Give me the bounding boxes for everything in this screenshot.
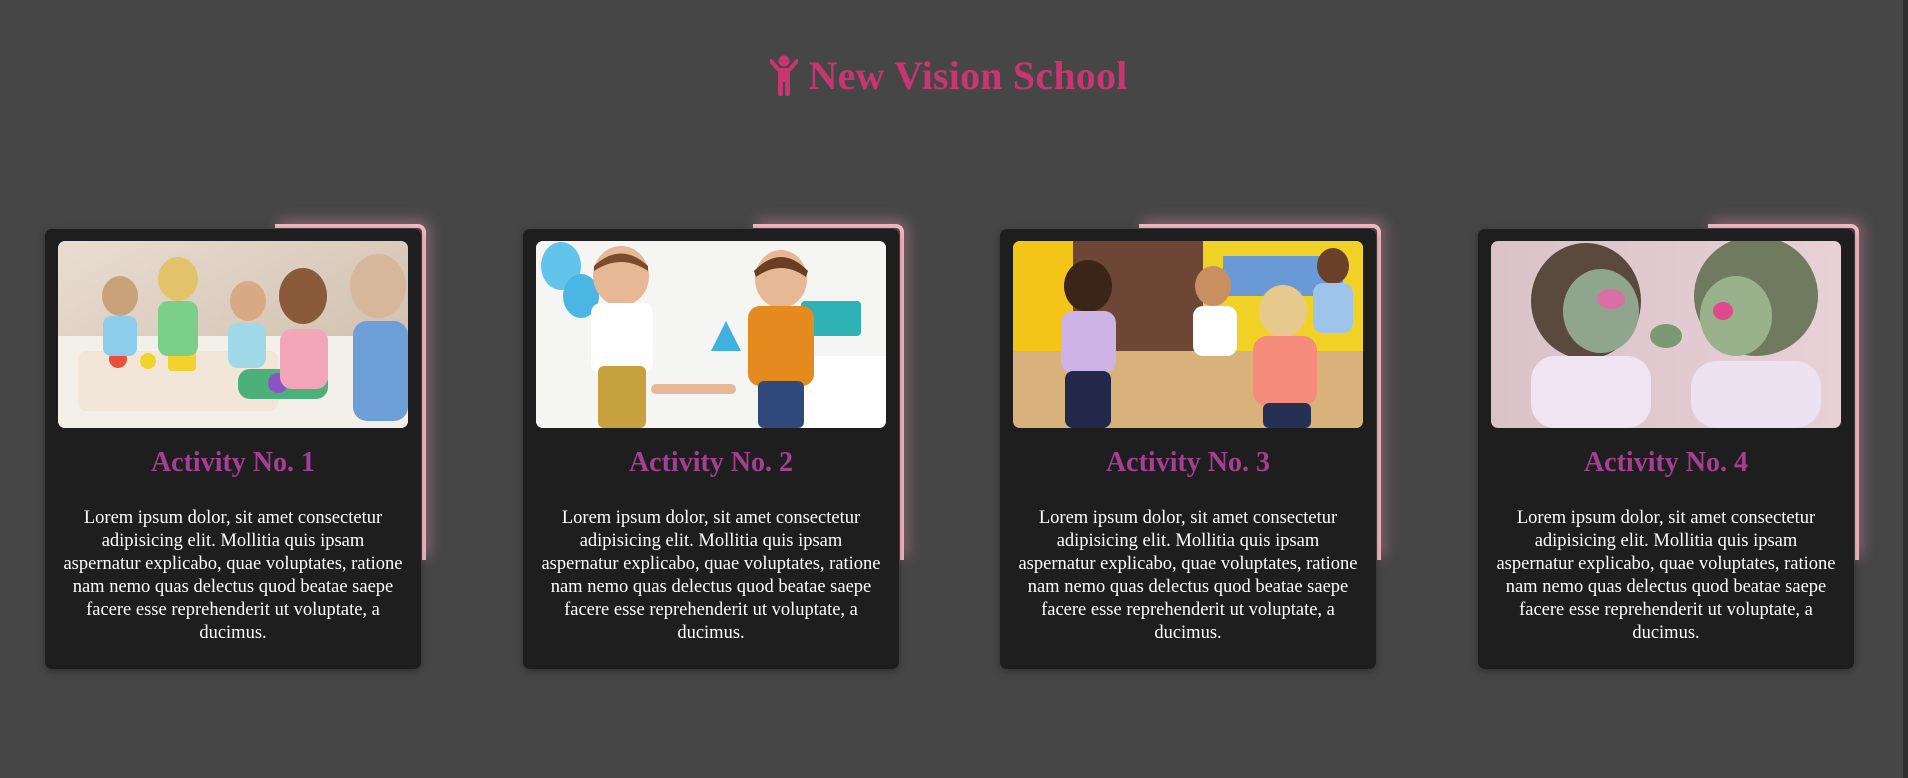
card-title: Activity No. 4: [1583, 447, 1749, 478]
card-body: Activity No. 3 Lorem ipsum dolor, sit am…: [1000, 229, 1376, 669]
card-text: Lorem ipsum dolor, sit amet consectetur …: [63, 508, 403, 643]
card-image: [1013, 241, 1363, 428]
activity-cards: Activity No. 1 Lorem ipsum dolor, sit am…: [45, 224, 1859, 669]
card-text: Lorem ipsum dolor, sit amet consectetur …: [1018, 508, 1358, 643]
card-body: Activity No. 4 Lorem ipsum dolor, sit am…: [1478, 229, 1854, 669]
card-title: Activity No. 2: [628, 447, 794, 478]
children-dancing-photo: [1013, 241, 1363, 428]
page-title: New Vision School: [808, 53, 1128, 98]
activity-card: Activity No. 2 Lorem ipsum dolor, sit am…: [523, 224, 904, 669]
card-image: [58, 241, 408, 428]
page-header: New Vision School: [0, 52, 1903, 99]
window-scrollbar[interactable]: [1903, 0, 1908, 778]
card-body: Activity No. 2 Lorem ipsum dolor, sit am…: [523, 229, 899, 669]
activity-card: Activity No. 4 Lorem ipsum dolor, sit am…: [1478, 224, 1859, 669]
children-with-color-powder-photo: [1491, 241, 1841, 428]
card-body: Activity No. 1 Lorem ipsum dolor, sit am…: [45, 229, 421, 669]
child-icon: [770, 55, 799, 96]
card-title: Activity No. 1: [150, 447, 316, 478]
activity-card: Activity No. 3 Lorem ipsum dolor, sit am…: [1000, 224, 1381, 669]
card-image: [536, 241, 886, 428]
children-playing-with-toys-photo: [58, 241, 408, 428]
card-image: [1491, 241, 1841, 428]
card-text: Lorem ipsum dolor, sit amet consectetur …: [1496, 508, 1836, 643]
activity-card: Activity No. 1 Lorem ipsum dolor, sit am…: [45, 224, 426, 669]
card-title: Activity No. 3: [1105, 447, 1271, 478]
children-shaking-hands-photo: [536, 241, 886, 428]
card-text: Lorem ipsum dolor, sit amet consectetur …: [541, 508, 881, 643]
